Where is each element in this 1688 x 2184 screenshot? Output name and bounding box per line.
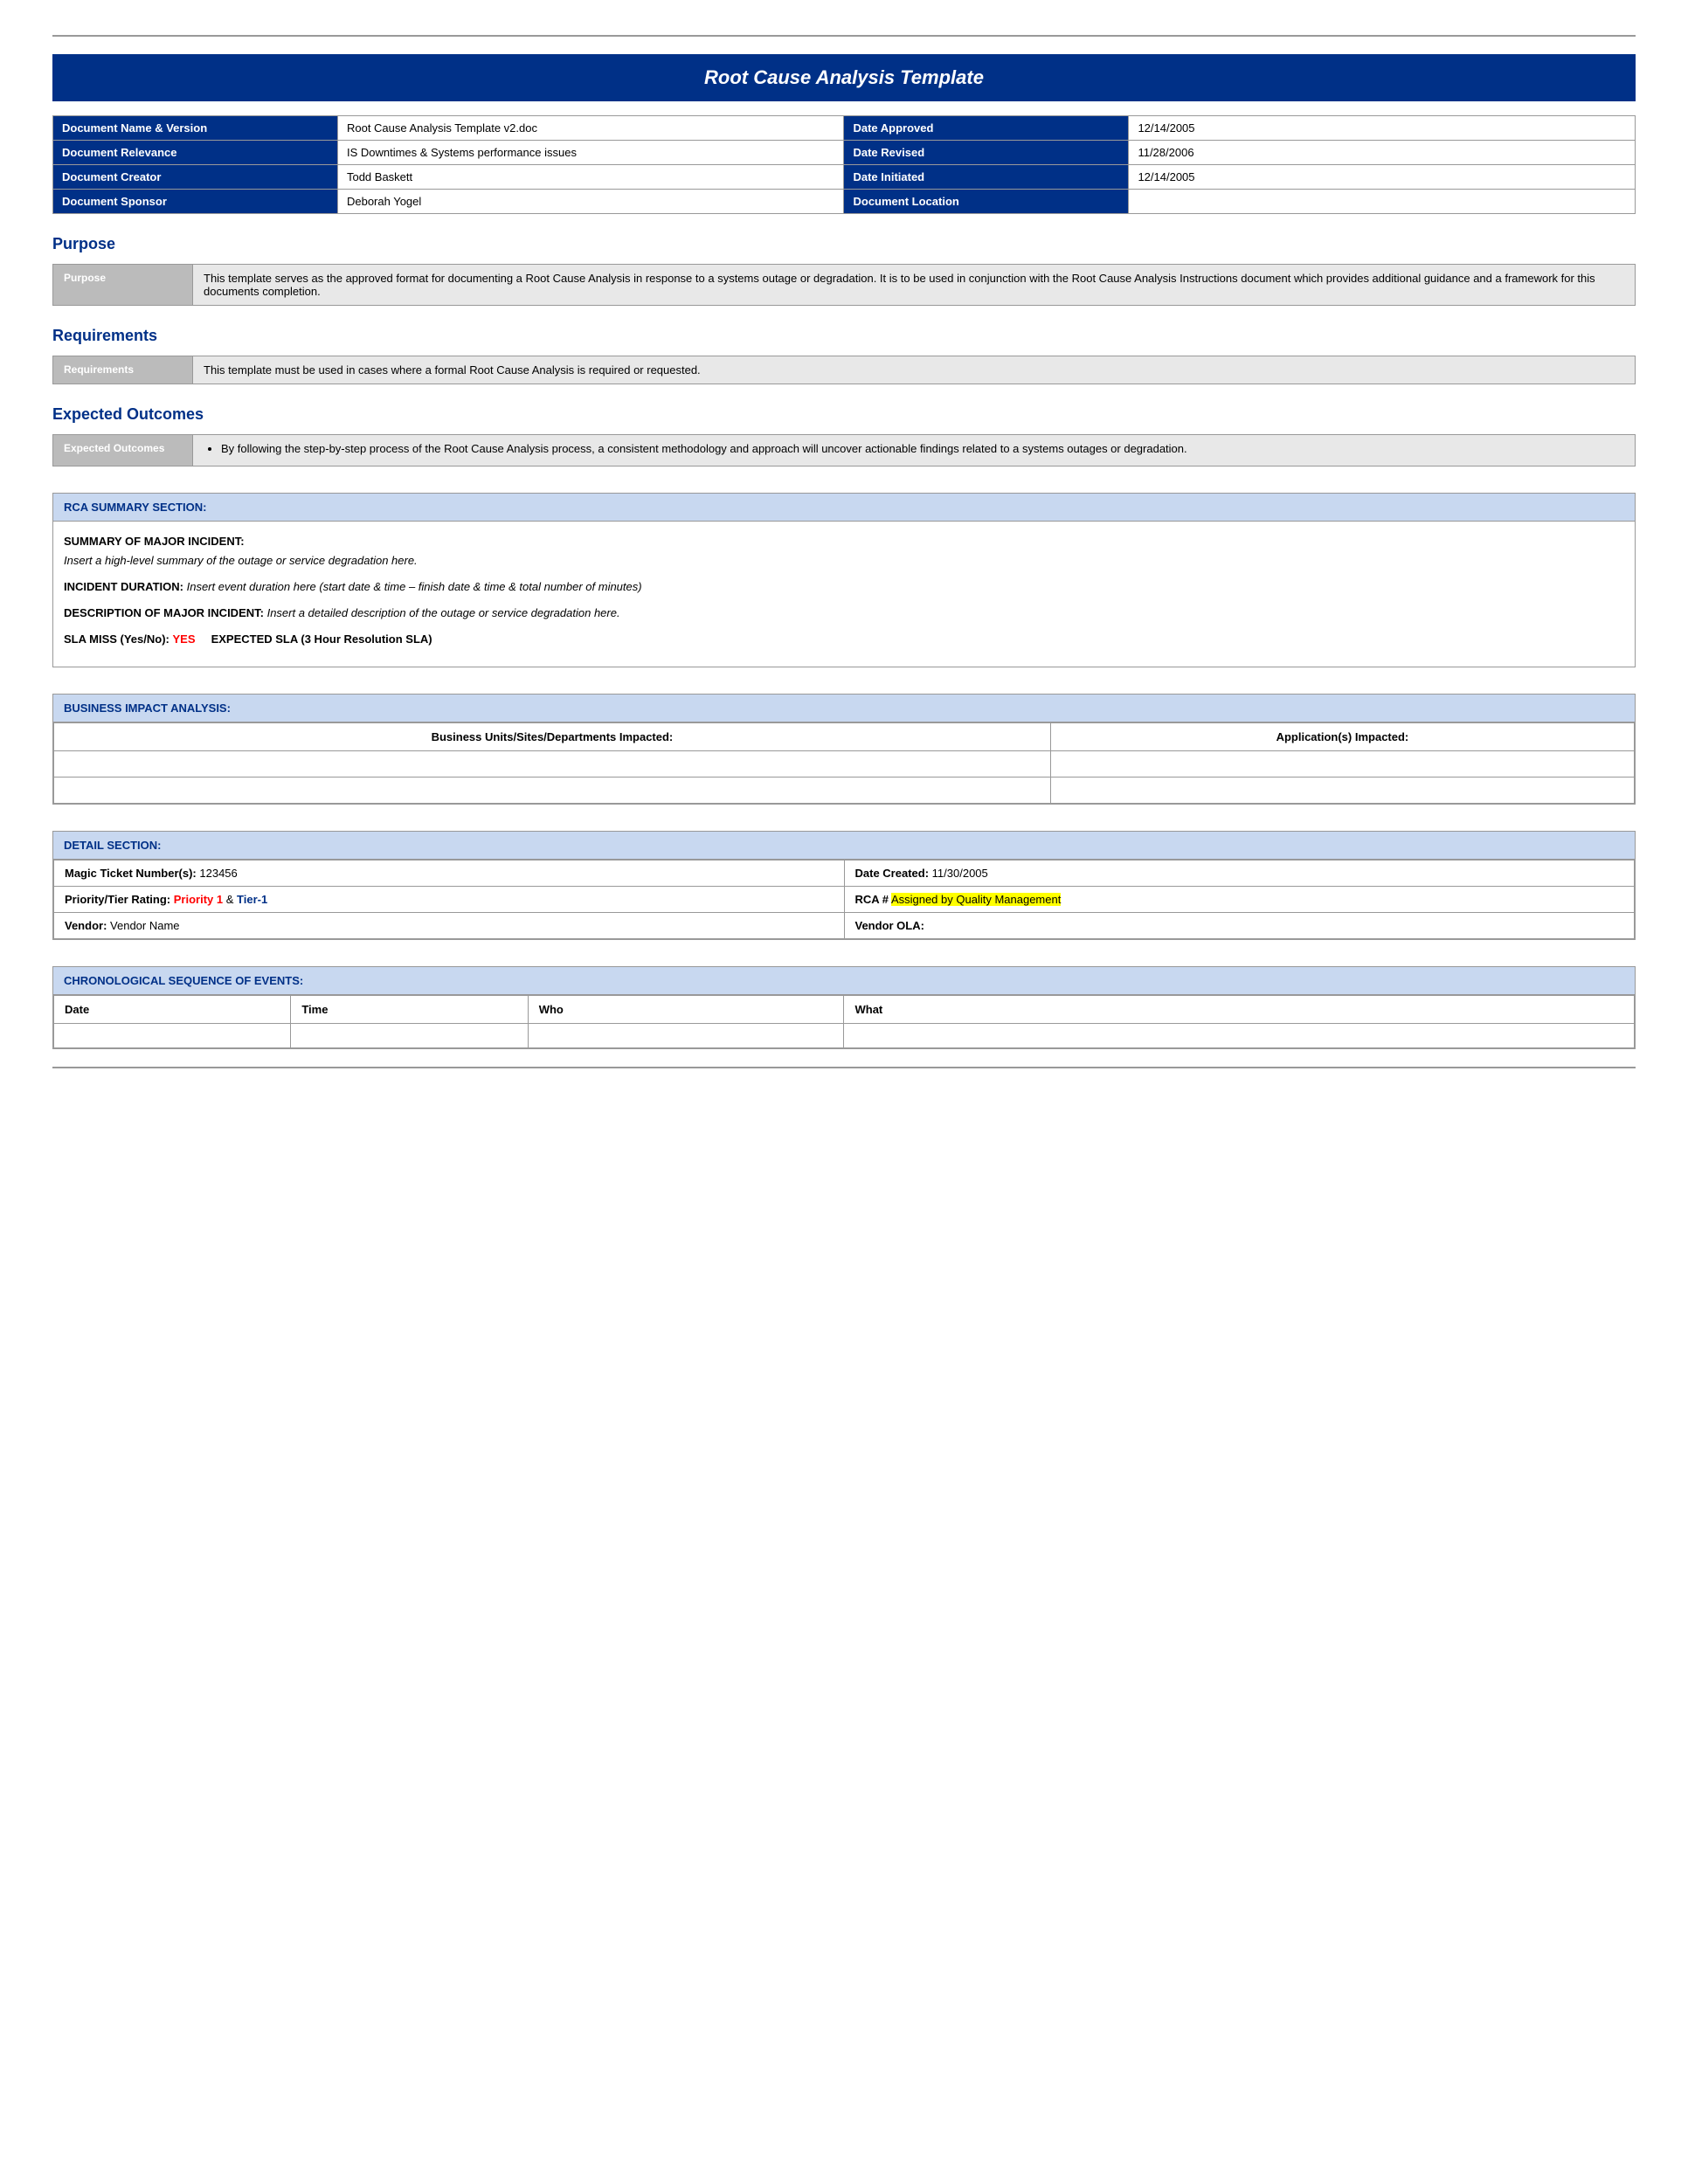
chron-row1-time [291,1024,528,1048]
doc-right-label-3: Document Location [844,190,1129,214]
rca-value: Assigned by Quality Management [891,893,1061,906]
doc-right-value-0: 12/14/2005 [1129,116,1636,141]
expected-outcomes-label: Expected Outcomes [53,435,193,467]
doc-right-value-1: 11/28/2006 [1129,141,1636,165]
rca-summary-section: RCA SUMMARY SECTION: SUMMARY OF MAJOR IN… [52,493,1636,667]
impact-table: Business Units/Sites/Departments Impacte… [53,722,1635,804]
chron-row1-what [844,1024,1635,1048]
chron-col-time: Time [291,996,528,1024]
top-border [52,35,1636,37]
magic-value: 123456 [199,867,237,880]
priority-text: Priority 1 [174,893,223,906]
chron-col-who: Who [528,996,844,1024]
magic-ticket-cell: Magic Ticket Number(s): 123456 [54,860,845,887]
sla-yes: YES [173,632,196,646]
chronological-table: DateTimeWhoWhat [53,995,1635,1048]
date-created-value: 11/30/2005 [932,867,988,880]
sla-expected: EXPECTED SLA (3 Hour Resolution SLA) [211,632,432,646]
summary-text: Insert a high-level summary of the outag… [64,554,418,567]
requirements-content: This template must be used in cases wher… [193,356,1636,384]
doc-info-table: Document Name & Version Root Cause Analy… [52,115,1636,214]
chronological-header: CHRONOLOGICAL SEQUENCE OF EVENTS: [53,967,1635,995]
date-created-label: Date Created: [855,867,930,880]
requirements-heading: Requirements [52,327,1636,345]
vendor-value: Vendor Name [110,919,180,932]
doc-info-row-3: Document Sponsor Deborah Yogel Document … [53,190,1636,214]
expected-outcomes-bullet: By following the step-by-step process of… [221,442,1624,455]
rca-cell: RCA # Assigned by Quality Management [844,887,1635,913]
purpose-label: Purpose [53,265,193,306]
date-created-cell: Date Created: 11/30/2005 [844,860,1635,887]
description-text: Insert a detailed description of the out… [267,606,620,619]
doc-label-1: Document Relevance [53,141,338,165]
incident-text: Insert event duration here (start date &… [187,580,642,593]
doc-label-2: Document Creator [53,165,338,190]
requirements-table: Requirements This template must be used … [52,356,1636,384]
doc-label-0: Document Name & Version [53,116,338,141]
business-impact-section: BUSINESS IMPACT ANALYSIS: Business Units… [52,694,1636,805]
doc-value-3: Deborah Yogel [337,190,844,214]
magic-label: Magic Ticket Number(s): [65,867,197,880]
doc-value-2: Todd Baskett [337,165,844,190]
doc-right-label-0: Date Approved [844,116,1129,141]
bottom-border [52,1067,1636,1068]
purpose-content: This template serves as the approved for… [193,265,1636,306]
vendor-ola-label: Vendor OLA: [855,919,924,932]
business-impact-header: BUSINESS IMPACT ANALYSIS: [53,695,1635,722]
chron-col-what: What [844,996,1635,1024]
impact-col2: Application(s) Impacted: [1050,723,1634,751]
expected-outcomes-content: By following the step-by-step process of… [193,435,1636,467]
chronological-section: CHRONOLOGICAL SEQUENCE OF EVENTS: DateTi… [52,966,1636,1049]
rca-summary-body: SUMMARY OF MAJOR INCIDENT: Insert a high… [53,522,1635,667]
impact-col1: Business Units/Sites/Departments Impacte… [54,723,1051,751]
detail-section: DETAIL SECTION: Magic Ticket Number(s): … [52,831,1636,940]
purpose-heading: Purpose [52,235,1636,253]
doc-value-0: Root Cause Analysis Template v2.doc [337,116,844,141]
summary-label: SUMMARY OF MAJOR INCIDENT: [64,535,245,548]
requirements-label: Requirements [53,356,193,384]
doc-right-value-2: 12/14/2005 [1129,165,1636,190]
sla-label: SLA MISS (Yes/No): [64,632,169,646]
impact-row2-col1 [54,778,1051,804]
doc-right-value-3 [1129,190,1636,214]
rca-summary-header: RCA SUMMARY SECTION: [53,494,1635,522]
tier-text: Tier-1 [237,893,267,906]
page-title: Root Cause Analysis Template [52,54,1636,101]
priority-cell: Priority/Tier Rating: Priority 1 & Tier-… [54,887,845,913]
doc-info-row-2: Document Creator Todd Baskett Date Initi… [53,165,1636,190]
detail-table: Magic Ticket Number(s): 123456 Date Crea… [53,860,1635,939]
doc-right-label-1: Date Revised [844,141,1129,165]
doc-right-label-2: Date Initiated [844,165,1129,190]
doc-value-1: IS Downtimes & Systems performance issue… [337,141,844,165]
incident-label: INCIDENT DURATION: [64,580,183,593]
rca-label: RCA # [855,893,889,906]
purpose-table: Purpose This template serves as the appr… [52,264,1636,306]
chron-row1-date [54,1024,291,1048]
doc-info-row-0: Document Name & Version Root Cause Analy… [53,116,1636,141]
impact-row1-col1 [54,751,1051,778]
expected-outcomes-heading: Expected Outcomes [52,405,1636,424]
impact-row2-col2 [1050,778,1634,804]
doc-info-row-1: Document Relevance IS Downtimes & System… [53,141,1636,165]
chron-row1-who [528,1024,844,1048]
chron-col-date: Date [54,996,291,1024]
priority-label: Priority/Tier Rating: [65,893,170,906]
expected-outcomes-table: Expected Outcomes By following the step-… [52,434,1636,467]
vendor-label: Vendor: [65,919,107,932]
doc-label-3: Document Sponsor [53,190,338,214]
vendor-ola-cell: Vendor OLA: [844,913,1635,939]
detail-section-header: DETAIL SECTION: [53,832,1635,860]
description-label: DESCRIPTION OF MAJOR INCIDENT: [64,606,264,619]
impact-row1-col2 [1050,751,1634,778]
vendor-cell: Vendor: Vendor Name [54,913,845,939]
